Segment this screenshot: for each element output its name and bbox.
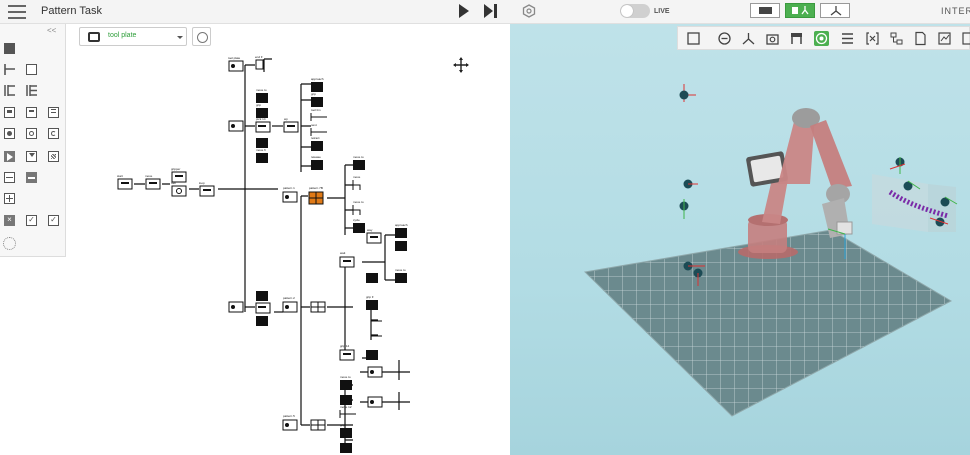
svg-text:move to: move to	[395, 268, 406, 272]
svg-text:grip: grip	[340, 423, 345, 427]
tree-node-move[interactable]: move	[145, 174, 161, 190]
svg-text:move: move	[145, 174, 153, 178]
tree-node-end[interactable]: end fr	[255, 55, 264, 70]
svg-text:wp: wp	[284, 117, 288, 121]
tree-node-branch-right[interactable]: way approach move to	[366, 223, 408, 283]
tree-node-tool-plate[interactable]: tool plate	[228, 56, 244, 72]
svg-text:approach: approach	[311, 77, 324, 81]
interaction-label: INTER	[941, 6, 970, 16]
robot-mode-icon	[830, 6, 842, 16]
svg-text:grip: grip	[256, 103, 261, 107]
svg-text:grip fr: grip fr	[366, 295, 374, 299]
tree-node-pattern-1[interactable]: pattern 1 pattern 7B	[282, 186, 324, 205]
tree-node-loop[interactable]: loop	[199, 181, 215, 197]
tree-node-pattern-1-children[interactable]: move to move move to cycle	[352, 155, 365, 233]
svg-text:tool plate: tool plate	[228, 56, 241, 60]
live-switch[interactable]	[620, 4, 650, 18]
tree-node-pick-lower[interactable]	[228, 291, 271, 326]
svg-text:gripper: gripper	[171, 167, 180, 171]
live-label: LIVE	[654, 7, 670, 15]
svg-text:pattern 1: pattern 1	[283, 186, 295, 190]
tree-node-gripper[interactable]: gripper tool	[171, 167, 187, 197]
live-toggle[interactable]: LIVE	[620, 4, 670, 18]
mode-button-robot[interactable]	[820, 3, 850, 18]
behavior-tree-canvas: start move gripper tool loop tool plate e…	[117, 55, 410, 453]
svg-text:cycle: cycle	[353, 218, 360, 222]
program-mode-icon	[792, 6, 809, 15]
svg-text:move 12: move 12	[340, 405, 352, 409]
svg-text:tool: tool	[171, 181, 176, 185]
svg-text:retract: retract	[311, 136, 320, 140]
tree-node-approach-group[interactable]: approach grip tool lim next retract rele…	[310, 77, 327, 170]
svg-text:move to: move to	[340, 375, 351, 379]
hexagon-settings-icon[interactable]	[522, 4, 536, 18]
tree-node-label: start	[117, 174, 123, 178]
3d-scene	[583, 84, 958, 417]
svg-text:grip: grip	[311, 92, 316, 96]
svg-text:release: release	[311, 155, 321, 159]
svg-text:move to: move to	[256, 88, 267, 92]
svg-text:move to: move to	[353, 200, 364, 204]
svg-text:pick 14: pick 14	[256, 117, 266, 121]
svg-text:end fr: end fr	[255, 55, 263, 59]
svg-text:move: move	[353, 175, 361, 179]
svg-text:way: way	[367, 228, 373, 232]
pattern-fixture	[872, 157, 958, 232]
svg-text:move fr: move fr	[256, 148, 266, 152]
3d-viewport[interactable]	[510, 24, 970, 455]
svg-text:wait: wait	[340, 251, 346, 255]
mode-button-program[interactable]	[785, 3, 815, 18]
svg-text:next: next	[311, 123, 317, 127]
svg-text:pattern 5: pattern 5	[283, 414, 295, 418]
svg-text:move to: move to	[353, 155, 364, 159]
tree-node-pick-group[interactable]: move to grip pick 14 move fr wp	[228, 88, 299, 163]
svg-text:pattern 7B: pattern 7B	[309, 186, 323, 190]
mode-button-view[interactable]	[750, 3, 780, 18]
svg-text:approach: approach	[395, 223, 408, 227]
svg-text:loop: loop	[199, 181, 205, 185]
svg-text:grip 14: grip 14	[340, 344, 350, 348]
svg-text:pattern 2: pattern 2	[283, 296, 295, 300]
svg-text:tool lim: tool lim	[311, 108, 321, 112]
tree-node-start[interactable]: start	[117, 174, 133, 190]
